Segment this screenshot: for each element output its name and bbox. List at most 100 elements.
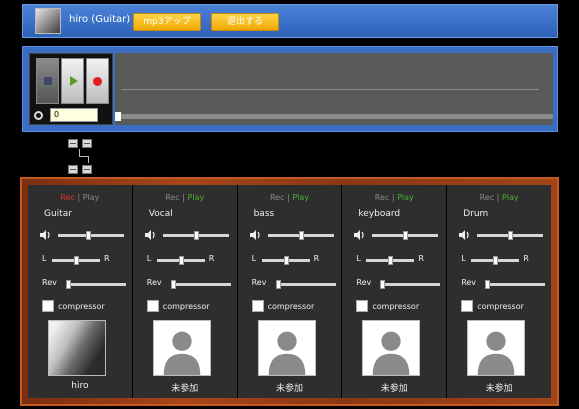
pan-slider[interactable] <box>156 256 205 265</box>
channel-part-name: keyboard <box>358 209 401 219</box>
rec-toggle[interactable]: Rec <box>165 193 180 202</box>
compressor-label: compressor <box>372 302 420 311</box>
reverb-slider[interactable] <box>380 280 441 289</box>
play-button[interactable] <box>61 58 84 104</box>
speaker-icon <box>40 230 50 240</box>
pan-left-label: L <box>461 254 466 263</box>
play-toggle[interactable]: Play <box>397 193 414 202</box>
play-toggle[interactable]: Play <box>292 193 309 202</box>
reverb-slider-knob[interactable] <box>66 280 71 289</box>
timeline-playhead[interactable] <box>115 112 121 121</box>
channel-strip: Rec | Play Drum L R Rev compressor 未参加 <box>447 185 551 398</box>
pan-slider-knob[interactable] <box>388 256 394 265</box>
channel-strip: Rec | Play Vocal L R Rev compressor 未参加 <box>132 185 237 398</box>
person-silhouette-icon <box>468 321 525 375</box>
compressor-checkbox[interactable] <box>461 300 474 312</box>
volume-slider[interactable] <box>267 231 334 240</box>
stop-button[interactable] <box>36 58 59 104</box>
reverb-slider-knob[interactable] <box>485 280 491 289</box>
reverb-slider[interactable] <box>275 280 336 289</box>
person-silhouette-icon <box>258 321 315 375</box>
pan-right-label: R <box>523 254 529 263</box>
volume-slider[interactable] <box>477 231 544 240</box>
channel-strip: Rec | Play keyboard L R Rev compressor 未… <box>342 185 447 398</box>
pan-slider[interactable] <box>366 256 415 265</box>
pan-left-label: L <box>146 254 152 263</box>
reverb-slider[interactable] <box>66 280 126 289</box>
compressor-checkbox[interactable] <box>356 300 369 312</box>
compressor-label: compressor <box>58 302 105 311</box>
rec-play-separator: | <box>496 193 500 202</box>
reverb-label: Rev <box>356 278 372 287</box>
pan-slider-knob[interactable] <box>178 256 184 265</box>
speaker-icon <box>249 230 260 240</box>
member-name: 未参加 <box>171 384 199 394</box>
person-silhouette-icon <box>153 321 210 375</box>
rec-play-indicator: Rec | Play <box>238 193 342 202</box>
play-toggle[interactable]: Play <box>83 193 100 202</box>
timeline-track[interactable] <box>115 53 553 125</box>
pan-slider-knob[interactable] <box>74 256 79 265</box>
member-photo <box>467 320 526 376</box>
network-node-icon <box>68 165 78 174</box>
reverb-slider-knob[interactable] <box>275 280 281 289</box>
channel-part-name: Drum <box>463 209 489 219</box>
speaker-icon <box>144 230 155 240</box>
reverb-slider-knob[interactable] <box>170 280 176 289</box>
stop-icon <box>44 77 52 85</box>
compressor-checkbox[interactable] <box>42 300 54 312</box>
channel-part-name: Guitar <box>44 209 72 219</box>
volume-slider-knob[interactable] <box>298 231 304 240</box>
member-name: 未参加 <box>485 384 513 394</box>
compressor-checkbox[interactable] <box>251 300 264 312</box>
member-photo <box>257 320 316 376</box>
reverb-label: Rev <box>251 278 267 287</box>
pan-slider[interactable] <box>261 256 310 265</box>
volume-slider[interactable] <box>58 231 124 240</box>
speaker-icon <box>354 230 364 240</box>
reverb-slider[interactable] <box>170 280 231 289</box>
timeline-scrollbar[interactable] <box>115 114 553 119</box>
rec-toggle[interactable]: Rec <box>480 193 495 202</box>
play-toggle[interactable]: Play <box>502 193 519 202</box>
channel-strip: Rec | Play Guitar L R Rev compressor hir… <box>28 185 132 398</box>
mp3-upload-button[interactable]: mp3アップ <box>133 13 201 31</box>
reverb-slider-knob[interactable] <box>380 280 386 289</box>
reverb-label: Rev <box>461 278 477 287</box>
network-node-icon <box>68 139 78 148</box>
rec-toggle[interactable]: Rec <box>270 193 285 202</box>
member-name: hiro <box>71 381 89 391</box>
rec-play-indicator: Rec | Play <box>342 193 446 202</box>
pan-slider[interactable] <box>52 256 100 265</box>
reverb-slider[interactable] <box>485 280 546 289</box>
pan-right-label: R <box>418 254 424 263</box>
user-avatar-icon <box>35 8 61 34</box>
rec-toggle[interactable]: Rec <box>375 193 390 202</box>
play-toggle[interactable]: Play <box>188 193 205 202</box>
rec-play-separator: | <box>77 193 81 202</box>
volume-slider-knob[interactable] <box>85 231 91 240</box>
volume-slider-knob[interactable] <box>403 231 409 240</box>
member-photo <box>152 320 211 376</box>
network-node-icon <box>82 165 92 174</box>
record-button[interactable] <box>86 58 109 104</box>
play-icon <box>70 76 78 86</box>
leave-button[interactable]: 退出する <box>211 13 279 31</box>
transport-panel: 0 <box>22 46 558 132</box>
time-position-field[interactable]: 0 <box>50 108 98 122</box>
header-bar: hiro (Guitar) mp3アップ 退出する <box>22 4 558 38</box>
username-label: hiro (Guitar) <box>69 14 131 25</box>
volume-slider[interactable] <box>372 231 439 240</box>
pan-slider-knob[interactable] <box>283 256 289 265</box>
volume-slider-knob[interactable] <box>508 231 514 240</box>
volume-slider-knob[interactable] <box>193 231 199 240</box>
channel-part-name: bass <box>253 209 275 219</box>
compressor-checkbox[interactable] <box>146 300 159 312</box>
pan-slider[interactable] <box>471 256 520 265</box>
pan-slider-knob[interactable] <box>493 256 499 265</box>
pan-left-label: L <box>251 254 257 263</box>
rec-toggle[interactable]: Rec <box>60 193 75 202</box>
record-icon <box>93 77 102 86</box>
volume-slider[interactable] <box>162 231 229 240</box>
rec-play-indicator: Rec | Play <box>447 193 551 202</box>
